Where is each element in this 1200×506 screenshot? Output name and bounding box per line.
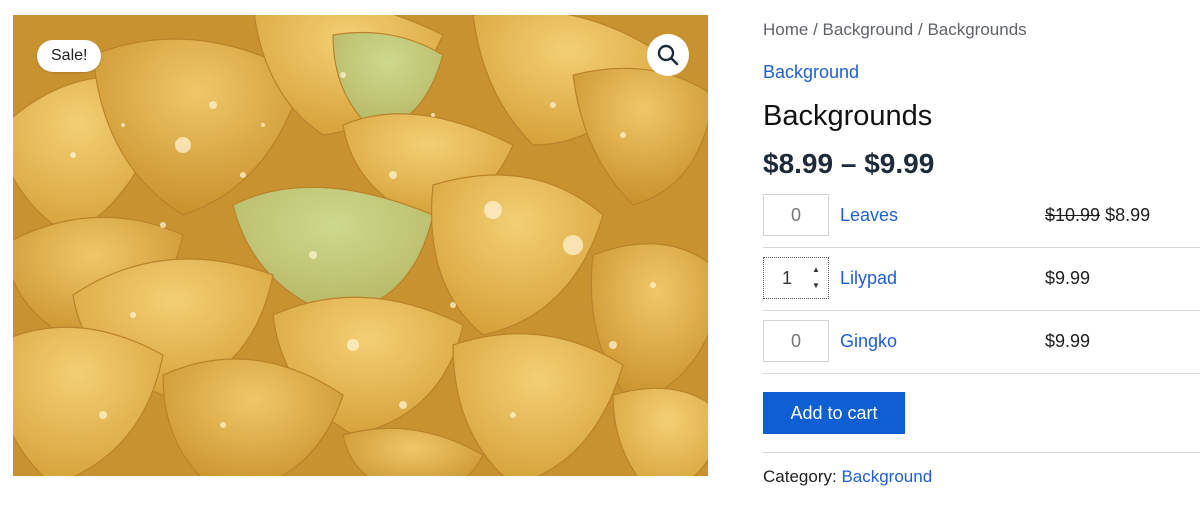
category-label: Category:	[763, 467, 837, 486]
quantity-input[interactable]: 0	[763, 320, 829, 362]
magnifier-icon	[657, 44, 679, 66]
price-range: $8.99 – $9.99	[763, 148, 935, 179]
quantity-value: 1	[782, 268, 793, 288]
zoom-button[interactable]	[647, 34, 689, 76]
quantity-stepper[interactable]: ▲ ▼	[810, 265, 822, 291]
product-link[interactable]: Lilypad	[840, 268, 897, 289]
sale-badge: Sale!	[37, 40, 102, 72]
quantity-input[interactable]: 0	[763, 194, 829, 236]
breadcrumb-item-current: Backgrounds	[927, 20, 1027, 39]
sale-price: $8.99	[1105, 205, 1151, 225]
product-link[interactable]: Leaves	[840, 205, 898, 226]
product-category-link[interactable]: Background	[763, 62, 859, 83]
product-meta: Category: Background	[763, 467, 932, 487]
product-image[interactable]	[13, 15, 708, 476]
product-link[interactable]: Gingko	[840, 331, 897, 352]
table-row: 0 Gingko $9.99	[763, 311, 1200, 374]
old-price: $10.99	[1045, 205, 1101, 225]
product-title: Backgrounds	[763, 100, 933, 132]
breadcrumb-separator: /	[808, 20, 823, 39]
divider	[763, 452, 1200, 453]
table-row: 0 Leaves $10.99 $8.99	[763, 185, 1200, 248]
chevron-down-icon[interactable]: ▼	[812, 281, 820, 291]
quantity-input[interactable]: 1 ▲ ▼	[763, 257, 829, 299]
product-gallery: Sale!	[13, 15, 708, 476]
item-price: $9.99	[1045, 331, 1091, 351]
category-link[interactable]: Background	[841, 467, 932, 486]
table-row: 1 ▲ ▼ Lilypad $9.99	[763, 248, 1200, 311]
breadcrumb-item-background[interactable]: Background	[823, 20, 914, 39]
breadcrumb-separator: /	[913, 20, 928, 39]
item-price: $10.99 $8.99	[1045, 205, 1150, 226]
breadcrumb: Home / Background / Backgrounds	[763, 20, 1027, 40]
item-price: $9.99	[1045, 268, 1091, 288]
chevron-up-icon[interactable]: ▲	[812, 265, 820, 275]
breadcrumb-item-home[interactable]: Home	[763, 20, 808, 39]
add-to-cart-button[interactable]: Add to cart	[763, 392, 905, 434]
grouped-products-table: 0 Leaves $10.99 $8.99 1 ▲ ▼ Lilypad $9.99…	[763, 185, 1200, 374]
